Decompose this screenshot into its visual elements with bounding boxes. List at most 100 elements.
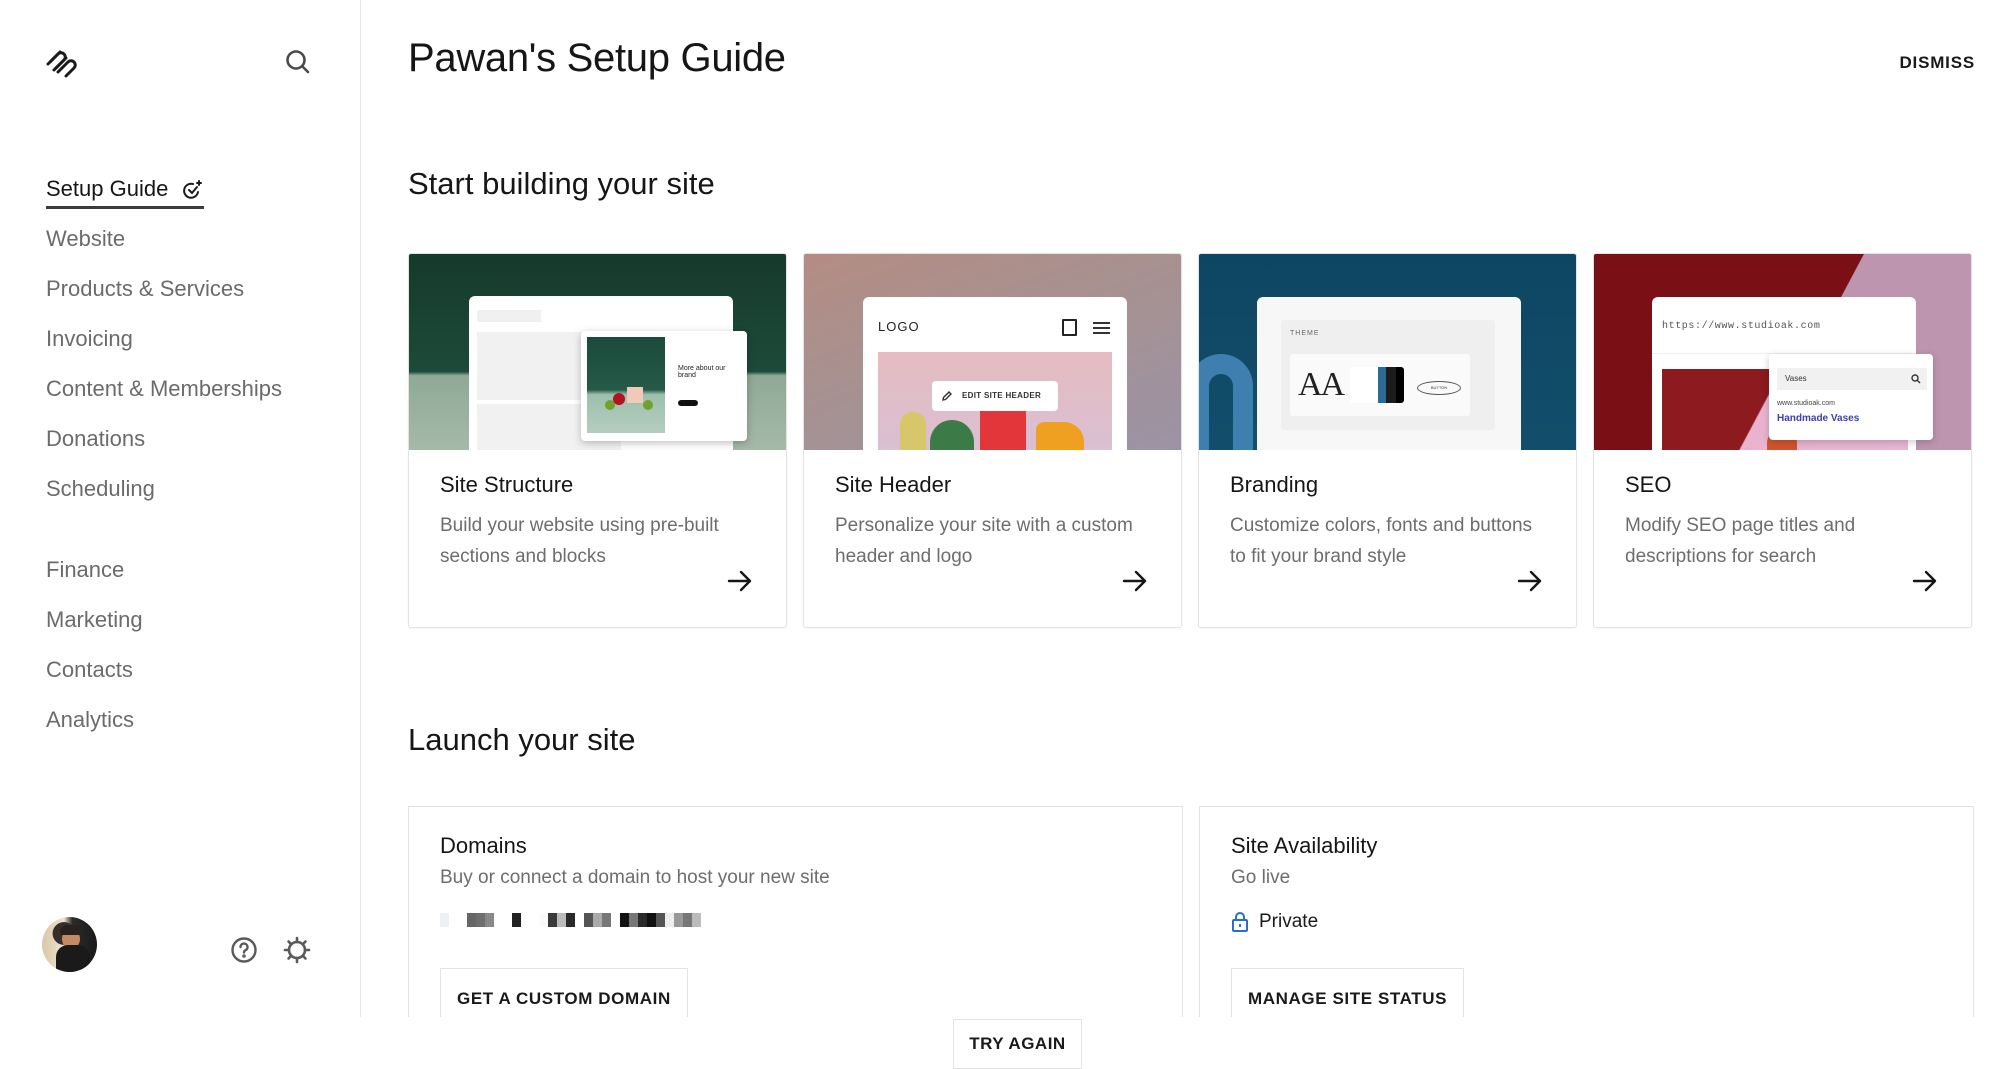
card-title: Site Structure [440,472,574,497]
candle-shape [930,420,974,450]
sidebar-item-contacts[interactable]: Contacts [46,651,282,701]
domains-card: Domains Buy or connect a domain to host … [408,806,1183,1017]
card-title: SEO [1625,472,1672,497]
card-seo[interactable]: https://www.studioak.com Vases www.studi… [1593,253,1972,628]
mock-theme-label: THEME [1290,330,1320,337]
mock-url: https://www.studioak.com [1662,321,1821,332]
edit-site-header-button: EDIT SITE HEADER [932,381,1058,411]
avatar-body [56,945,90,972]
color-swatch-black [1396,367,1404,403]
mock-heading: More about our brand [678,365,726,379]
seo-illustration: https://www.studioak.com Vases www.studi… [1594,254,1971,450]
color-swatch-blue [1378,367,1386,403]
mock-button [678,400,698,406]
mock-search-query: Vases [1777,368,1927,390]
sidebar-item-marketing[interactable]: Marketing [46,601,282,651]
avatar-hair [60,925,82,935]
card-title: Branding [1230,472,1319,497]
card-site-structure[interactable]: More about our brand Site Structure Buil… [408,253,787,628]
gear-icon[interactable] [283,936,311,964]
launch-cards: Domains Buy or connect a domain to host … [408,806,1974,1017]
apple-shape [643,400,653,410]
arch-shape [1199,354,1253,450]
site-structure-illustration: More about our brand [409,254,786,450]
arrow-right-icon [1912,570,1937,592]
search-icon [1911,374,1921,384]
site-availability-card: Site Availability Go live Private MANAGE… [1199,806,1974,1017]
card-body: Site Header Personalize your site with a… [804,450,1181,572]
sidebar-nav: Setup Guide Website Products & Services … [46,170,282,751]
mock-window: LOGO EDIT SITE HEADER [863,297,1127,450]
mock-photo [587,337,665,433]
card-body: Branding Customize colors, fonts and but… [1199,450,1576,572]
sidebar-item-invoicing[interactable]: Invoicing [46,320,282,370]
site-availability-description: Go live [1231,867,1291,888]
mock-window: THEME AA BUTTON [1257,297,1521,450]
site-availability-title: Site Availability [1231,833,1378,858]
site-status: Private [1231,911,1942,933]
card-site-header[interactable]: LOGO EDIT SITE HEADER Site Header Person… [803,253,1182,628]
redacted-domain-value [440,913,1151,927]
button-sample: BUTTON [1417,381,1461,395]
font-sample: AA [1298,366,1345,403]
main-content: Pawan's Setup Guide DISMISS Start buildi… [361,0,1999,1017]
help-circle-icon[interactable] [230,936,258,964]
sidebar-item-website[interactable]: Website [46,220,282,270]
dismiss-button[interactable]: DISMISS [1899,53,1975,73]
card-title: Site Header [835,472,952,497]
mock-search-result: Vases www.studioak.com Handmade Vases [1769,354,1933,440]
mock-result-domain: www.studioak.com [1777,400,1835,407]
section-title-launch: Launch your site [408,722,636,757]
page-title: Pawan's Setup Guide [408,36,786,80]
card-description: Modify SEO page titles and descriptions … [1625,515,1856,567]
color-swatch-dark [1386,367,1396,403]
sidebar-item-products-services[interactable]: Products & Services [46,270,282,320]
get-custom-domain-button[interactable]: GET A CUSTOM DOMAIN [440,968,688,1017]
sidebar-item-setup-guide[interactable]: Setup Guide [46,170,282,220]
site-header-illustration: LOGO EDIT SITE HEADER [804,254,1181,450]
branding-illustration: THEME AA BUTTON [1199,254,1576,450]
mock-query-text: Vases [1785,374,1807,383]
sidebar-item-scheduling[interactable]: Scheduling [46,470,282,520]
squarespace-logo-icon[interactable] [44,46,80,78]
card-body: SEO Modify SEO page titles and descripti… [1594,450,1971,572]
check-sparkle-icon [182,179,204,201]
card-description: Customize colors, fonts and buttons to f… [1230,515,1533,567]
mock-theme-inner: AA BUTTON [1290,354,1470,416]
mock-result-title: Handmade Vases [1777,413,1860,424]
edit-site-header-label: EDIT SITE HEADER [962,391,1042,400]
mock-theme-panel: THEME AA BUTTON [1281,320,1495,430]
mock-logo-text: LOGO [878,319,920,334]
sidebar-item-analytics[interactable]: Analytics [46,701,282,751]
search-icon[interactable] [284,48,312,76]
lock-icon [1232,912,1248,932]
nav-divider-space [46,520,282,551]
sidebar: Setup Guide Website Products & Services … [0,0,361,1017]
card-branding[interactable]: THEME AA BUTTON Branding Customize color… [1198,253,1577,628]
avatar[interactable] [42,917,97,972]
mock-section-popup: More about our brand [581,331,747,441]
manage-site-status-button[interactable]: MANAGE SITE STATUS [1231,968,1465,1017]
sidebar-item-content-memberships[interactable]: Content & Memberships [46,370,282,420]
arrow-right-icon [1122,570,1147,592]
card-body: Site Structure Build your website using … [409,450,786,572]
arrow-right-icon [1517,570,1542,592]
site-status-label: Private [1259,911,1319,932]
sidebar-item-label: Setup Guide [46,176,169,201]
section-title-build: Start building your site [408,166,715,201]
shopping-bag-icon [1062,319,1077,336]
hamburger-menu-icon [1093,322,1110,334]
cheese-shape [627,387,643,403]
try-again-button[interactable]: TRY AGAIN [953,1019,1082,1069]
setup-cards: More about our brand Site Structure Buil… [408,253,1972,628]
candle-shape [900,412,926,450]
sidebar-item-donations[interactable]: Donations [46,420,282,470]
mock-nav-bar [477,310,541,322]
card-description: Build your website using pre-built secti… [440,515,719,567]
color-swatch-white [1350,367,1378,403]
domains-description: Buy or connect a domain to host your new… [440,867,830,888]
arrow-right-icon [727,570,752,592]
sidebar-item-finance[interactable]: Finance [46,551,282,601]
apple-shape [605,400,615,410]
pencil-icon [942,391,952,401]
